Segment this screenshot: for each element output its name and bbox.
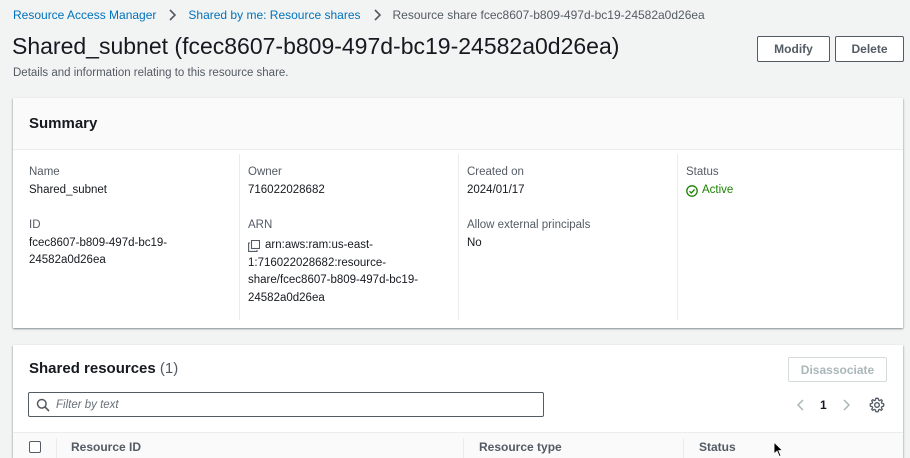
chevron-right-icon	[169, 9, 177, 21]
arn-line-1: arn:aws:ram:us-east-	[248, 237, 448, 255]
shared-resources-title: Shared resources (1)	[29, 360, 178, 377]
id-label: ID	[29, 219, 41, 231]
column-divider	[683, 438, 684, 458]
page-description: Details and information relating to this…	[13, 67, 289, 79]
summary-column-3: Created on 2024/01/17 Allow external pri…	[458, 154, 677, 320]
status-value: Active	[702, 184, 734, 196]
summary-title: Summary	[29, 115, 98, 132]
status-badge: Active	[686, 182, 733, 200]
page-title: Shared_subnet (fcec8607-b809-497d-bc19-2…	[12, 33, 620, 59]
column-header-resource-id[interactable]: Resource ID	[71, 440, 141, 454]
shared-resources-panel: Shared resources (1) Disassociate 1 Reso…	[13, 345, 903, 458]
name-label: Name	[29, 166, 60, 178]
select-all-checkbox[interactable]	[29, 441, 41, 453]
id-value-line-1: fcec8607-b809-497d-bc19-	[29, 237, 168, 249]
disassociate-button[interactable]: Disassociate	[788, 357, 887, 382]
id-value-line-2: 24582a0d26ea	[29, 254, 106, 266]
breadcrumb-current: Resource share fcec8607-b809-497d-bc19-2…	[392, 8, 705, 22]
gear-icon[interactable]	[869, 397, 885, 413]
summary-header: Summary	[13, 98, 903, 150]
created-on-label: Created on	[467, 166, 524, 178]
arn-label: ARN	[248, 219, 273, 231]
column-divider	[463, 438, 464, 458]
mouse-cursor-icon	[773, 441, 784, 458]
arn-value: arn:aws:ram:us-east- 1:716022028682:reso…	[248, 237, 448, 307]
chevron-left-icon[interactable]	[794, 398, 808, 412]
column-header-resource-type[interactable]: Resource type	[479, 440, 562, 454]
summary-column-2: Owner 716022028682 ARN arn:aws:ram:us-ea…	[239, 154, 458, 320]
breadcrumb-resource-access-manager[interactable]: Resource Access Manager	[13, 8, 156, 22]
copy-icon[interactable]	[248, 239, 260, 252]
pagination: 1	[794, 396, 853, 414]
breadcrumb: Resource Access Manager Shared by me: Re…	[13, 8, 705, 22]
search-icon	[36, 398, 50, 412]
filter-field[interactable]	[28, 392, 544, 417]
summary-columns: Name Shared_subnet ID fcec8607-b809-497d…	[13, 150, 903, 328]
summary-column-1: Name Shared_subnet ID fcec8607-b809-497d…	[13, 154, 239, 320]
chevron-right-icon[interactable]	[839, 398, 853, 412]
page-number[interactable]: 1	[820, 398, 827, 412]
created-on-value: 2024/01/17	[467, 184, 525, 196]
filter-input[interactable]	[56, 398, 526, 411]
breadcrumb-shared-by-me[interactable]: Shared by me: Resource shares	[188, 8, 360, 22]
owner-value: 716022028682	[248, 184, 325, 196]
allow-external-principals-label: Allow external principals	[467, 219, 591, 231]
modify-button[interactable]: Modify	[757, 36, 830, 62]
arn-line-4: 24582a0d26ea	[248, 291, 325, 304]
chevron-right-icon	[373, 9, 381, 21]
shared-resources-title-text: Shared resources	[29, 360, 156, 377]
column-header-status[interactable]: Status	[699, 440, 736, 454]
shared-resources-count: (1)	[159, 360, 179, 377]
column-divider	[56, 438, 57, 458]
summary-panel: Summary Name Shared_subnet ID fcec8607-b…	[13, 98, 903, 328]
delete-button[interactable]: Delete	[835, 36, 904, 62]
owner-label: Owner	[248, 166, 282, 178]
allow-external-principals-value: No	[467, 237, 482, 249]
arn-line-3: share/fcec8607-b809-497d-bc19-	[248, 274, 419, 286]
table-header: Resource ID Resource type Status	[13, 432, 903, 458]
arn-line-1-text: arn:aws:ram:us-east-	[265, 239, 374, 251]
arn-line-2: 1:716022028682:resource-	[248, 256, 387, 269]
status-label: Status	[686, 166, 719, 178]
name-value: Shared_subnet	[29, 184, 108, 196]
summary-column-4: Status Active	[677, 154, 903, 320]
check-circle-icon	[686, 184, 698, 197]
